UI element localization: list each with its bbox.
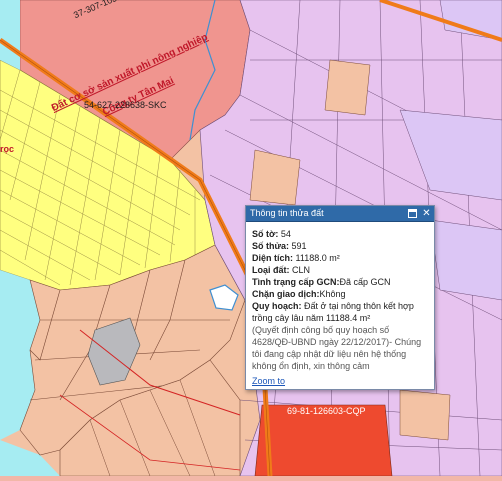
so-to-value: 54 <box>280 229 291 239</box>
tinh-trang-label: Tình trạng cấp GCN: <box>252 277 340 287</box>
tinh-trang-value: Đã cấp GCN <box>339 277 391 287</box>
chan-giao-dich-label: Chặn giao dịch: <box>252 289 320 299</box>
water-top-left <box>0 0 20 70</box>
popup-body: Số tờ: 54 Số thửa: 591 Diện tích: 11188.… <box>246 222 434 391</box>
row-so-thua: Số thửa: 591 <box>252 240 428 252</box>
parcel-number-bottom: 69-81-126603-CQP <box>287 406 366 416</box>
row-so-to: Số tờ: 54 <box>252 228 428 240</box>
zoom-to-link[interactable]: Zoom to <box>252 375 285 387</box>
loai-dat-label: Loại đất: <box>252 265 290 275</box>
loai-dat-value: CLN <box>292 265 311 275</box>
parcel-info-popup: Thông tin thửa đất ✕ Số tờ: 54 Số thửa: … <box>245 205 435 390</box>
row-tinh-trang: Tình trạng cấp GCN:Đã cấp GCN <box>252 276 428 288</box>
parcel-number-mid: 54-627-228638-SKC <box>84 100 167 110</box>
chan-giao-dich-value: Không <box>319 289 346 299</box>
dien-tich-label: Diện tích: <box>252 253 294 263</box>
planning-note: (Quyết định công bố quy hoạch số 4628/QĐ… <box>252 325 422 371</box>
so-thua-label: Số thửa: <box>252 241 290 251</box>
row-dien-tich: Diện tích: 11188.0 m² <box>252 252 428 264</box>
quy-hoach-label: Quy hoạch: <box>252 301 302 311</box>
so-thua-value: 591 <box>291 241 307 251</box>
maximize-icon[interactable] <box>408 209 417 218</box>
so-to-label: Số tờ: <box>252 229 279 239</box>
row-loai-dat: Loại đất: CLN <box>252 264 428 276</box>
row-quy-hoach: Quy hoạch: Đất ở tại nông thôn kết hợp t… <box>252 300 428 324</box>
popup-header: Thông tin thửa đất ✕ <box>246 206 434 222</box>
close-icon[interactable]: ✕ <box>422 209 431 219</box>
dien-tich-value: 11188.0 m² <box>295 253 340 263</box>
popup-title: Thông tin thửa đất <box>250 208 324 218</box>
road-fragment-label: rọc <box>0 144 15 154</box>
row-chan-giao-dich: Chặn giao dịch:Không <box>252 288 428 300</box>
